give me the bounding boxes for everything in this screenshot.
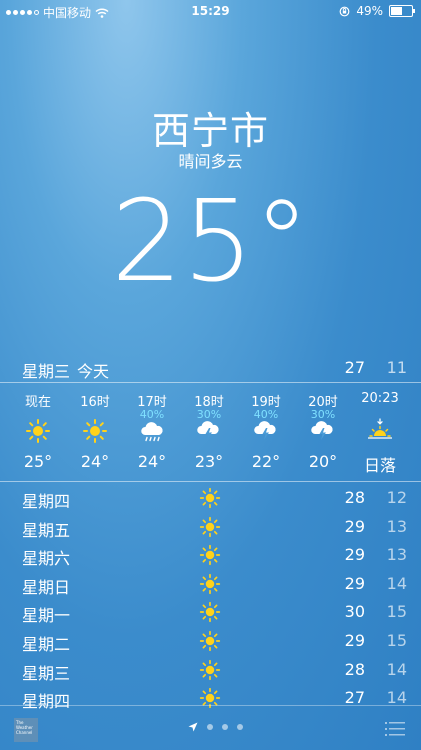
day-high: 29 — [344, 517, 365, 536]
rain-cloud-icon — [141, 422, 163, 442]
sun-icon — [199, 487, 221, 509]
daily-row: 星期六 29 13 — [0, 541, 421, 569]
day-low: 14 — [386, 574, 407, 593]
page-dot — [222, 724, 228, 730]
day-low: 13 — [386, 545, 407, 564]
hour-temp: 22° — [251, 452, 281, 471]
sun-icon — [26, 419, 50, 443]
hour-time: 16时 — [80, 395, 110, 410]
today-row: 星期三 今天 27 11 — [0, 356, 421, 381]
day-name: 星期一 — [22, 606, 71, 625]
today-label: 今天 — [77, 362, 110, 381]
day-name: 星期二 — [22, 635, 71, 654]
sunset-icon — [368, 418, 392, 439]
day-high: 29 — [344, 545, 365, 564]
day-high: 29 — [344, 631, 365, 650]
daily-row: 星期一 30 15 — [0, 598, 421, 626]
daily-row: 星期日 29 14 — [0, 570, 421, 598]
bottom-bar: The Weather Channel — [0, 706, 421, 750]
hour-time: 现在 — [24, 395, 51, 410]
hour-temp: 20° — [308, 452, 338, 471]
divider-bottom — [0, 481, 421, 482]
battery-icon — [389, 5, 415, 17]
hourly-item: 17时 40% 24° — [122, 384, 182, 480]
today-low: 11 — [386, 358, 407, 377]
orientation-lock-icon — [339, 6, 350, 16]
hourly-item: 19时 40% 22° — [236, 384, 296, 480]
day-high: 29 — [344, 574, 365, 593]
page-indicator[interactable] — [188, 722, 243, 732]
day-low: 15 — [386, 631, 407, 650]
day-low: 13 — [386, 517, 407, 536]
divider-top — [0, 382, 421, 383]
day-name: 星期四 — [22, 492, 71, 511]
hourly-item: 16时 24° — [65, 384, 125, 480]
current-temperature: 25° — [111, 177, 310, 307]
hourly-forecast[interactable]: 现在 25° 16时 24° 17时 40% 24° 18时 30% 23° 1… — [0, 384, 421, 480]
daily-row: 星期二 29 15 — [0, 627, 421, 655]
hourly-item: 20:23 日落 — [350, 384, 410, 480]
today-high: 27 — [344, 358, 365, 377]
page-dot — [237, 724, 243, 730]
sun-icon — [199, 601, 221, 623]
today-day: 星期三 — [22, 362, 71, 381]
hour-temp: 日落 — [363, 456, 396, 475]
hour-temp: 24° — [80, 452, 110, 471]
day-low: 12 — [386, 488, 407, 507]
sun-icon — [199, 544, 221, 566]
day-high: 30 — [344, 602, 365, 621]
day-low: 15 — [386, 602, 407, 621]
hourly-item: 20时 30% 20° — [293, 384, 353, 480]
hourly-item: 18时 30% 23° — [179, 384, 239, 480]
hour-time: 20:23 — [361, 391, 399, 406]
page-dot — [207, 724, 213, 730]
hourly-item: 现在 25° — [8, 384, 68, 480]
day-high: 28 — [344, 660, 365, 679]
sun-icon — [199, 630, 221, 652]
status-bar-right: 49% — [339, 4, 415, 18]
daily-row: 星期五 29 13 — [0, 513, 421, 541]
day-high: 28 — [344, 488, 365, 507]
day-name: 星期三 — [22, 664, 71, 683]
city-list-icon[interactable] — [385, 722, 405, 736]
sun-icon — [83, 419, 107, 443]
sun-icon — [199, 659, 221, 681]
city-name: 西宁市 — [151, 109, 269, 153]
weather-channel-logo[interactable]: The Weather Channel — [14, 718, 38, 742]
day-name: 星期日 — [22, 578, 71, 597]
day-low: 14 — [386, 660, 407, 679]
weather-condition: 晴间多云 — [178, 152, 243, 171]
sun-icon — [199, 573, 221, 595]
thunderstorm-icon — [311, 421, 333, 440]
day-name: 星期六 — [22, 549, 71, 568]
hour-temp: 25° — [23, 452, 53, 471]
thunderstorm-icon — [254, 421, 276, 440]
battery-percentage: 49% — [356, 4, 383, 18]
day-name: 星期五 — [22, 521, 71, 540]
thunderstorm-icon — [197, 421, 219, 440]
daily-row: 星期四 28 12 — [0, 484, 421, 512]
daily-row: 星期三 28 14 — [0, 656, 421, 684]
status-bar: 中国移动 15:29 49% — [0, 0, 421, 22]
sun-icon — [199, 516, 221, 538]
location-arrow-icon — [188, 722, 198, 732]
hour-temp: 23° — [194, 452, 224, 471]
hour-temp: 24° — [137, 452, 167, 471]
